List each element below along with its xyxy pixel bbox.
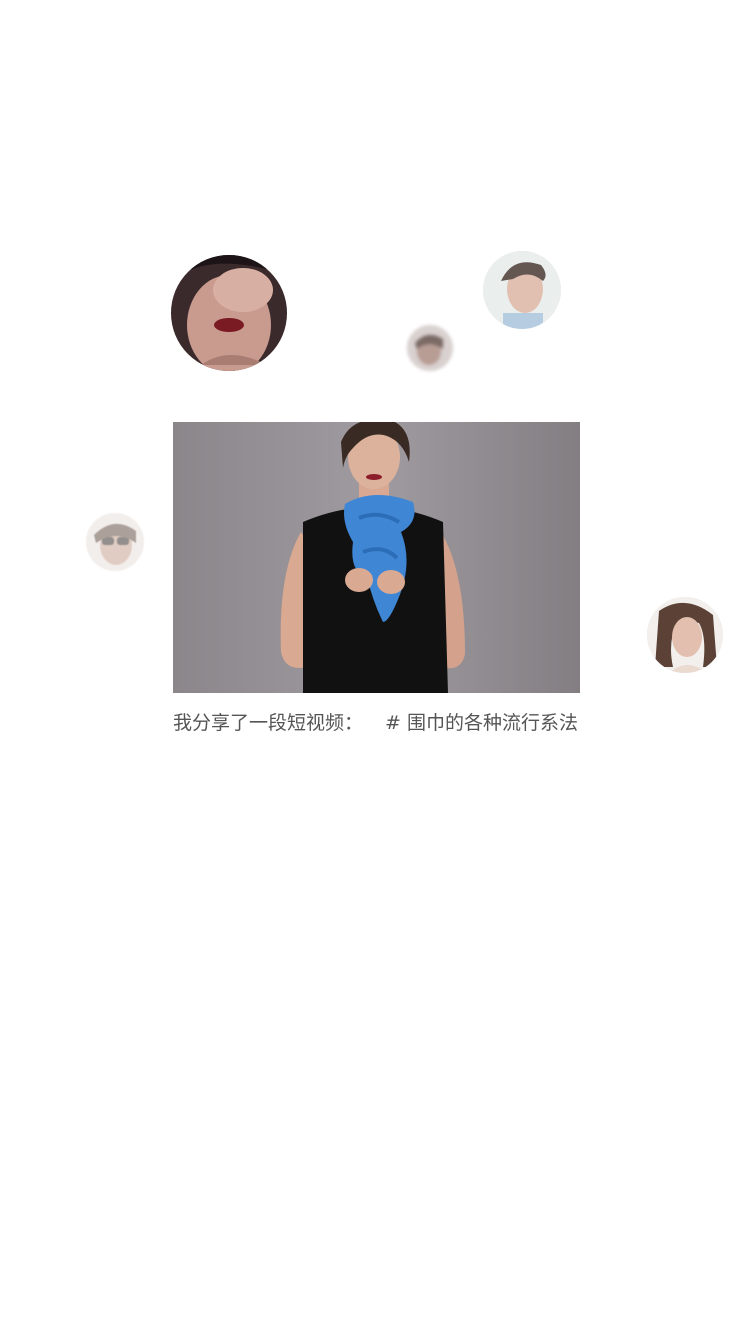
- video-thumbnail[interactable]: [173, 422, 580, 693]
- avatar-woman-long-hair[interactable]: [647, 597, 723, 673]
- avatar-small-blurred[interactable]: [407, 325, 453, 371]
- avatar-woman-sunglasses[interactable]: [86, 513, 144, 571]
- avatar-woman-hand-face[interactable]: [171, 255, 287, 371]
- caption-prefix: 我分享了一段短视频：: [173, 712, 364, 734]
- avatar-woman-short-hair[interactable]: [483, 251, 561, 329]
- caption-hashtag[interactable]: # 围巾的各种流行系法: [385, 712, 578, 734]
- share-caption: 我分享了一段短视频： # 围巾的各种流行系法: [173, 710, 593, 736]
